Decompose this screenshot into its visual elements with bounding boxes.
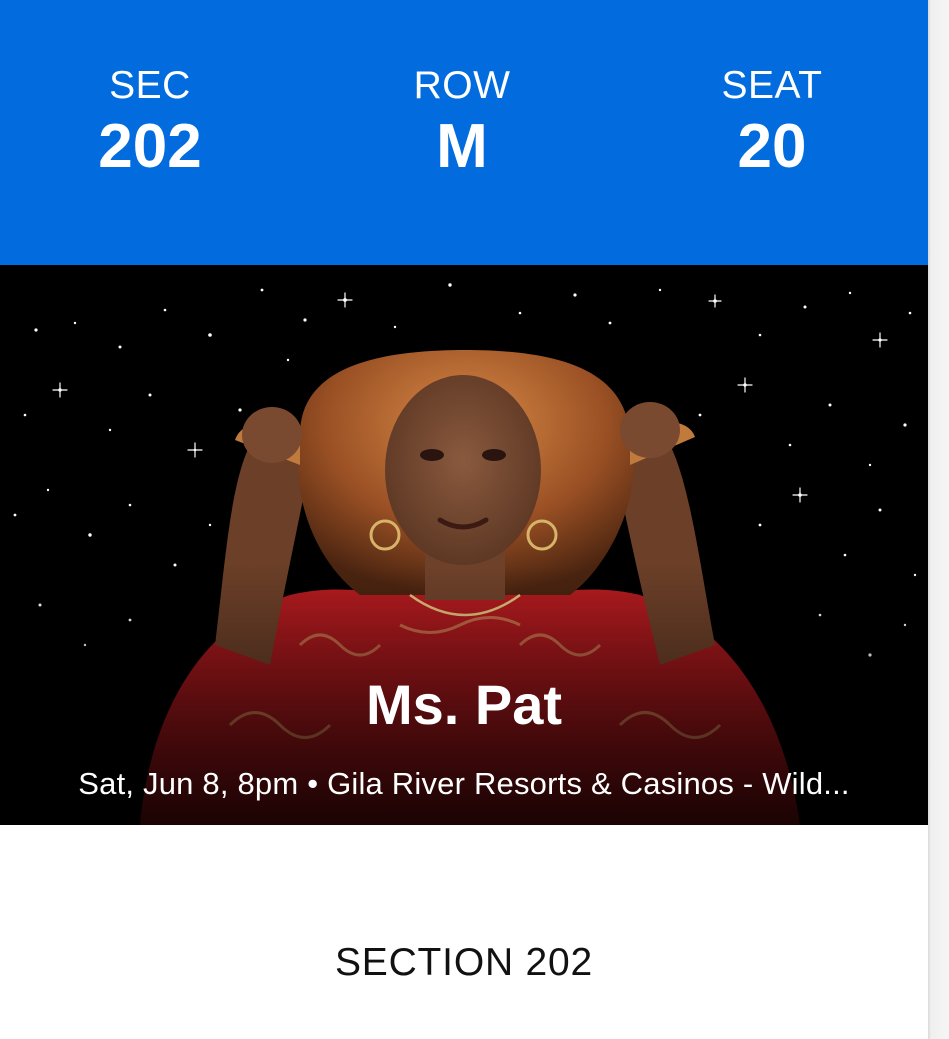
- section-value: 202: [98, 112, 202, 181]
- seat-block: SEAT 20: [642, 62, 902, 182]
- event-hero-image[interactable]: [0, 265, 928, 825]
- event-artwork: [0, 265, 928, 825]
- seat-info-header: SEC 202 ROW M SEAT 20: [0, 0, 928, 265]
- scroll-edge: [928, 0, 949, 1039]
- row-block: ROW M: [332, 62, 592, 182]
- event-date-venue: Sat, Jun 8, 8pm • Gila River Resorts & C…: [78, 766, 850, 801]
- seat-value: 20: [737, 112, 807, 181]
- row-value: M: [436, 112, 488, 181]
- section-block: SEC 202: [20, 62, 280, 182]
- row-label: ROW: [413, 64, 511, 107]
- section-label: SEC: [109, 64, 191, 107]
- event-title: Ms. Pat: [365, 673, 563, 736]
- ticket-card: SEC 202 ROW M SEAT 20 Ms. Pat Sat, Jun 8…: [0, 0, 928, 1039]
- seat-label: SEAT: [721, 64, 823, 107]
- section-heading: SECTION 202: [334, 941, 594, 984]
